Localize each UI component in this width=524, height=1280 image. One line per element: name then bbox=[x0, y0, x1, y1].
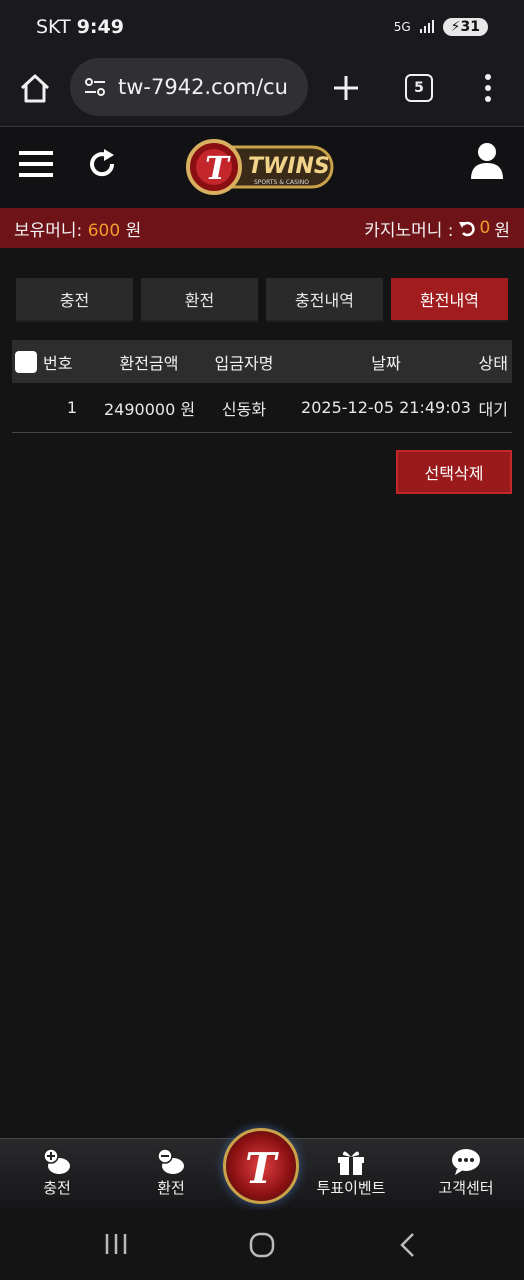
table-row[interactable]: 1 2490000 원 신동화 2025-12-05 21:49:03 대기 bbox=[12, 383, 512, 433]
row-amount: 2490000 원 bbox=[104, 399, 196, 419]
nav-event-label: 투표이벤트 bbox=[316, 1179, 386, 1197]
battery-icon: ⚡31 bbox=[442, 18, 488, 36]
table-header: 번호 환전금액 입금자명 날짜 상태 bbox=[12, 340, 512, 383]
piggy-bank-plus-icon bbox=[43, 1148, 70, 1174]
new-tab-icon[interactable] bbox=[330, 72, 362, 104]
logo-text: TWINS bbox=[248, 154, 330, 179]
nav-support[interactable]: 고객센터 bbox=[421, 1147, 511, 1198]
tab-charge[interactable]: 충전 bbox=[16, 278, 133, 322]
network-icon: 5G bbox=[393, 20, 411, 34]
row-depositor: 신동화 bbox=[221, 399, 267, 419]
svg-text:T: T bbox=[205, 149, 231, 187]
holding-money: 보유머니: 600 원 bbox=[14, 220, 142, 241]
casino-amount: 0 bbox=[479, 218, 491, 238]
back-icon[interactable] bbox=[398, 1232, 418, 1258]
delete-selected-button[interactable]: 선택삭제 bbox=[396, 450, 512, 494]
header-status: 상태 bbox=[478, 353, 508, 373]
url-bar[interactable]: tw-7942.com/cu bbox=[70, 58, 308, 116]
header-amount: 환전금액 bbox=[119, 353, 179, 373]
system-nav-bar bbox=[0, 1210, 524, 1280]
status-bar: SKT 9:49 5G ⚡31 bbox=[0, 0, 524, 54]
casino-money: 카지노머니 : 0 원 bbox=[364, 218, 510, 241]
browser-toolbar: tw-7942.com/cu 5 bbox=[0, 54, 524, 126]
select-all-checkbox[interactable] bbox=[15, 350, 37, 373]
nav-charge[interactable]: 충전 bbox=[12, 1147, 102, 1198]
header-date: 날짜 bbox=[371, 353, 401, 373]
user-icon[interactable] bbox=[468, 141, 506, 181]
refresh-icon[interactable] bbox=[86, 147, 118, 181]
home-icon[interactable] bbox=[18, 72, 52, 106]
tab-exchange-history[interactable]: 환전내역 bbox=[391, 278, 508, 322]
recent-apps-icon[interactable] bbox=[104, 1232, 128, 1256]
gift-icon bbox=[338, 1151, 364, 1175]
header-depositor: 입금자명 bbox=[214, 353, 274, 373]
casino-refresh-icon[interactable] bbox=[458, 219, 476, 237]
site-header: T TWINS SPORTS & CASINO bbox=[0, 126, 524, 208]
header-num: 번호 bbox=[43, 353, 73, 373]
hamburger-menu-icon[interactable] bbox=[18, 147, 54, 181]
row-status: 대기 bbox=[478, 399, 508, 419]
row-date: 2025-12-05 21:49:03 bbox=[301, 398, 471, 417]
signal-icon bbox=[419, 20, 434, 33]
tab-bar: 충전 환전 충전내역 환전내역 bbox=[16, 278, 508, 322]
url-text: tw-7942.com/cu bbox=[118, 75, 288, 99]
nav-home-logo[interactable]: T bbox=[223, 1128, 299, 1204]
nav-exchange-label: 환전 bbox=[157, 1179, 185, 1197]
piggy-bank-minus-icon bbox=[157, 1148, 184, 1174]
tab-switcher-button[interactable]: 5 bbox=[405, 74, 433, 102]
site-settings-icon[interactable] bbox=[82, 74, 108, 100]
logo-subtext: SPORTS & CASINO bbox=[254, 179, 309, 186]
holding-amount: 600 bbox=[87, 220, 121, 241]
nav-exchange[interactable]: 환전 bbox=[126, 1147, 216, 1198]
svg-text:T: T bbox=[245, 1144, 279, 1191]
site-logo[interactable]: T TWINS SPORTS & CASINO bbox=[186, 133, 336, 201]
nav-charge-label: 충전 bbox=[43, 1179, 71, 1197]
chat-support-icon bbox=[452, 1149, 480, 1175]
home-nav-icon[interactable] bbox=[249, 1232, 275, 1258]
status-carrier: SKT 9:49 bbox=[36, 16, 124, 38]
exchange-history-table: 번호 환전금액 입금자명 날짜 상태 1 2490000 원 신동화 2025-… bbox=[12, 340, 512, 433]
nav-support-label: 고객센터 bbox=[438, 1179, 494, 1197]
status-icons: 5G ⚡31 bbox=[394, 18, 488, 36]
row-num: 1 bbox=[66, 398, 78, 417]
tab-charge-history[interactable]: 충전내역 bbox=[266, 278, 383, 322]
more-menu-icon[interactable] bbox=[480, 72, 496, 104]
tab-exchange[interactable]: 환전 bbox=[141, 278, 258, 322]
nav-event[interactable]: 투표이벤트 bbox=[306, 1147, 396, 1198]
money-bar: 보유머니: 600 원 카지노머니 : 0 원 bbox=[0, 208, 524, 248]
